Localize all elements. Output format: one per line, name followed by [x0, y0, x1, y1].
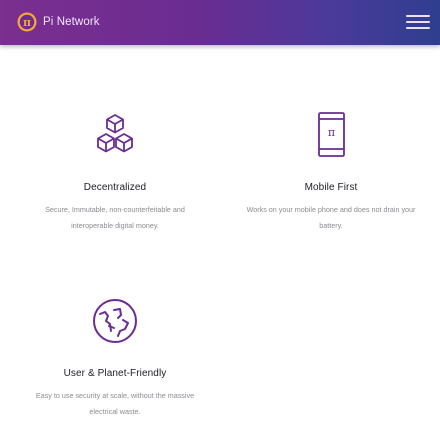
brand-link[interactable]: π Pi Network [16, 11, 100, 33]
feature-decentralized: Decentralized Secure, Immutable, non-cou… [15, 110, 215, 230]
brand-name: Pi Network [43, 16, 100, 28]
feature-title: User & Planet-Friendly [63, 368, 167, 379]
feature-mobile-first: π Mobile First Works on your mobile phon… [231, 110, 431, 230]
navbar: π Pi Network [0, 0, 440, 45]
menu-line [406, 27, 430, 29]
page: π Pi Network Decentralized Secure, Immut… [0, 0, 440, 428]
feature-title: Mobile First [304, 182, 358, 193]
menu-line [406, 21, 430, 23]
feature-description: Secure, Immutable, non-counterfeitable a… [45, 205, 185, 230]
feature-description: Easy to use security at scale, without t… [35, 391, 195, 416]
svg-text:π: π [23, 16, 31, 29]
feature-user-planet-friendly: User & Planet-Friendly Easy to use secur… [15, 296, 215, 416]
feature-description: Works on your mobile phone and does not … [246, 205, 416, 230]
pi-logo-icon: π [17, 12, 37, 32]
planet-icon [93, 299, 137, 343]
svg-text:π: π [328, 126, 335, 139]
cubes-icon [97, 114, 133, 153]
menu-line [406, 15, 430, 17]
mobile-phone-icon: π [318, 112, 345, 157]
feature-title: Decentralized [83, 182, 147, 193]
hamburger-menu-icon[interactable] [406, 13, 430, 31]
